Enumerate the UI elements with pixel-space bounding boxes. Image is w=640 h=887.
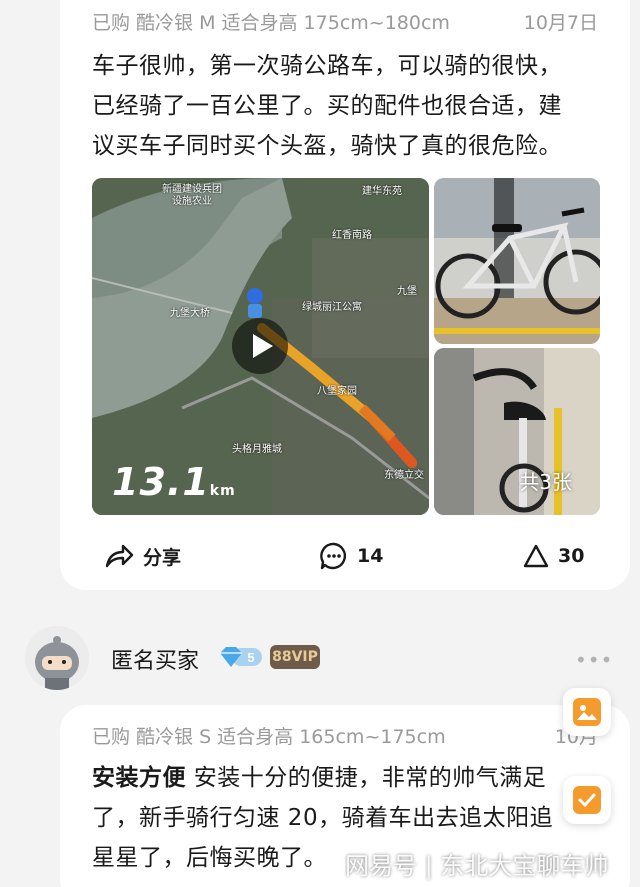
play-icon[interactable]	[232, 318, 288, 374]
comment-button[interactable]: 14	[319, 538, 383, 574]
map-label: 绿城丽江公寓	[302, 302, 362, 313]
review-1-meta: 已购 酷冷银 M 适合身高 175cm~180cm 10月7日	[92, 8, 598, 35]
image-icon	[573, 698, 601, 726]
comment-count: 14	[357, 545, 384, 567]
like-button[interactable]: 30	[522, 538, 584, 574]
photo-review-button[interactable]	[563, 688, 611, 736]
reviewer-name: 匿名买家	[111, 649, 200, 674]
share-button[interactable]: 分享	[103, 538, 181, 574]
member-level-badge: 5	[218, 645, 264, 673]
share-label: 分享	[143, 546, 182, 569]
map-label: 建华东苑	[362, 186, 402, 197]
anonymous-avatar-icon	[25, 626, 89, 690]
map-label: 九堡	[397, 286, 417, 297]
photo-count-badge[interactable]: 共3张	[519, 466, 572, 495]
vip-badge: 88VIP	[270, 645, 320, 669]
map-label: 设施农业	[172, 196, 212, 207]
review-2-highlight-tag: 安装方便	[92, 765, 186, 791]
review-2-line: 了，新手骑行匀速 20，骑着车出去追太阳追	[92, 805, 554, 831]
review-2-line: 安装十分的便捷，非常的帅气满足	[186, 765, 547, 791]
task-button[interactable]	[563, 776, 611, 824]
map-label: 头格月雅城	[232, 444, 282, 455]
comment-icon	[320, 542, 347, 570]
like-count: 30	[558, 545, 585, 567]
triangle-like-icon	[523, 544, 549, 568]
bike-photo-1	[434, 178, 600, 344]
distance-unit: km	[209, 483, 236, 499]
bike-photo-2	[434, 348, 600, 515]
share-icon	[105, 544, 134, 568]
map-label: 八堡家园	[317, 386, 357, 397]
review-1-date: 10月7日	[523, 12, 598, 34]
review-1-line: 车子很帅，第一次骑公路车，可以骑的很快，	[92, 53, 562, 79]
review-1-text: 车子很帅，第一次骑公路车，可以骑的很快， 已经骑了一百公里了。买的配件也很合适，…	[92, 46, 612, 166]
checklist-icon	[573, 786, 601, 814]
map-label: 红香南路	[332, 230, 372, 241]
diamond-icon: 5	[220, 647, 262, 667]
distance-value: 13.1	[112, 460, 210, 504]
member-level: 5	[247, 650, 254, 665]
distance-readout: 13.1km	[112, 460, 236, 504]
review-1-line: 已经骑了一百公里了。买的配件也很合适，建	[92, 93, 562, 119]
map-label: 东德立交	[384, 470, 424, 481]
avatar[interactable]	[25, 626, 89, 690]
review-1-line: 议买车子同时买个头盔，骑快了真的很危险。	[92, 133, 562, 159]
review-2-meta: 已购 酷冷银 S 适合身高 165cm~175cm 10月	[92, 722, 598, 749]
map-label: 九堡大桥	[170, 308, 210, 319]
review-1-photo-bike-side[interactable]	[434, 178, 600, 344]
review-2-purchase-info: 已购 酷冷银 S 适合身高 165cm~175cm	[92, 726, 446, 748]
watermark-text: 网易号 | 东北大宝聊车帅	[345, 852, 609, 880]
more-options-icon[interactable]: •••	[575, 648, 613, 672]
review-1-purchase-info: 已购 酷冷银 M 适合身高 175cm~180cm	[92, 12, 450, 34]
review-1-photo-bike-front[interactable]: 共3张	[434, 348, 600, 515]
review-1-video-thumbnail[interactable]: 新疆建设兵团 设施农业 建华东苑 红香南路 九堡大桥 绿城丽江公寓 九堡 八堡家…	[92, 178, 429, 515]
